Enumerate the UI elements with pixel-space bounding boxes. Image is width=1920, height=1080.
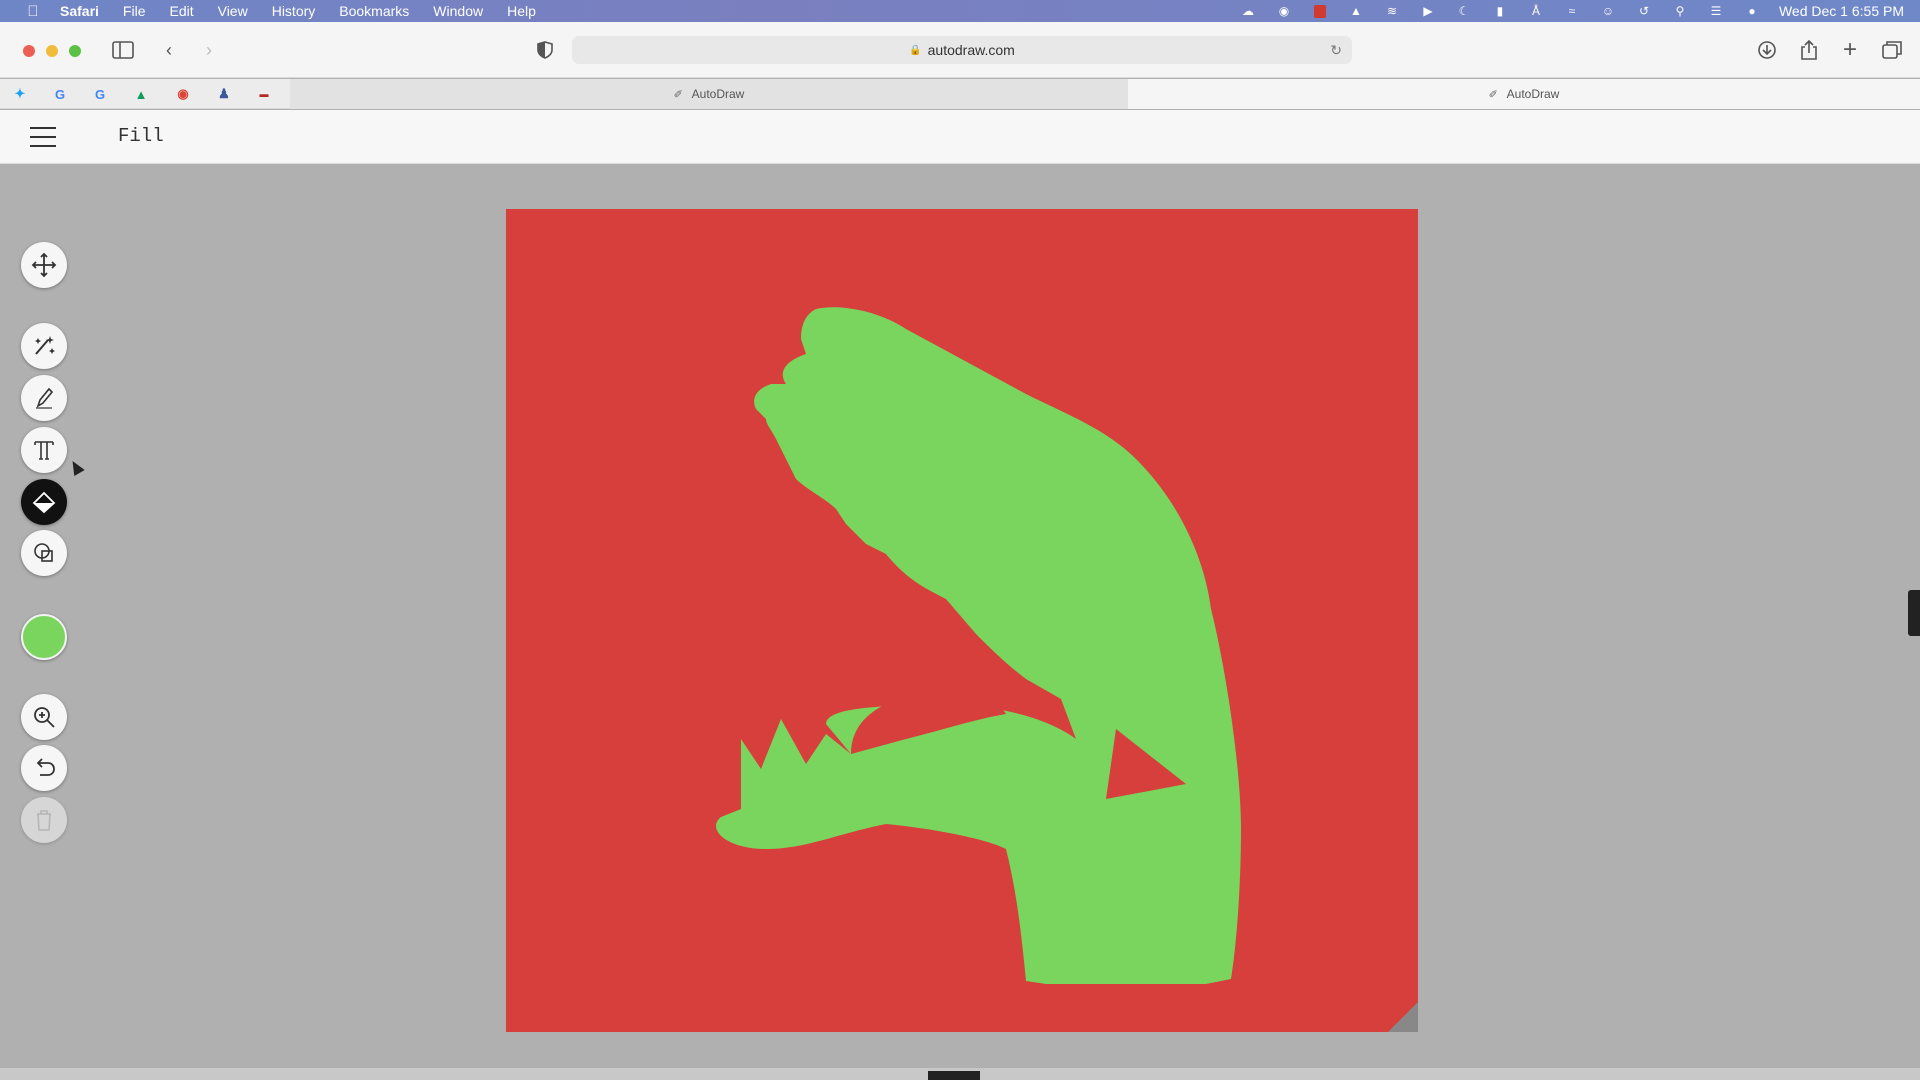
autodraw-favicon-icon: ✐ <box>673 89 683 101</box>
tab-autodraw-1[interactable]: ✐ AutoDraw <box>290 79 1128 109</box>
vlc-icon[interactable]: ▲ <box>1347 4 1365 18</box>
shape-icon <box>34 543 53 562</box>
cast-icon[interactable]: ≋ <box>1383 4 1401 18</box>
tab-overview-icon[interactable] <box>1879 38 1905 62</box>
menu-bar:  Safari File Edit View History Bookmark… <box>0 0 1920 22</box>
google-icon[interactable]: G <box>92 86 108 102</box>
user-icon[interactable]: ☺ <box>1599 4 1617 18</box>
autodraw-icon <box>35 336 55 355</box>
lock-icon: 🔒 <box>909 44 922 56</box>
forward-icon[interactable]: › <box>196 38 222 62</box>
red-app-icon[interactable] <box>1311 4 1329 18</box>
hamburger-menu-icon[interactable] <box>30 127 56 147</box>
menu-window[interactable]: Window <box>433 3 483 19</box>
share-icon[interactable] <box>1796 38 1822 62</box>
tab-title: AutoDraw <box>1506 87 1560 101</box>
menu-file[interactable]: File <box>123 3 146 19</box>
menu-help[interactable]: Help <box>507 3 536 19</box>
url-text: autodraw.com <box>927 42 1015 58</box>
back-icon[interactable]: ‹ <box>156 38 182 62</box>
menu-view[interactable]: View <box>218 3 248 19</box>
tab-title: AutoDraw <box>691 87 745 101</box>
apple-icon[interactable]:  <box>22 3 44 20</box>
side-scroll-handle[interactable] <box>1908 590 1920 636</box>
battery-icon[interactable]: ▮ <box>1491 4 1509 18</box>
moon-icon[interactable]: ☾ <box>1455 4 1473 18</box>
play-icon[interactable]: ▶ <box>1419 4 1437 18</box>
control-center-icon[interactable]: ☰ <box>1707 4 1725 18</box>
siri-icon[interactable]: ● <box>1743 4 1761 18</box>
drive-icon[interactable]: ▲ <box>133 86 149 102</box>
text-tool-button[interactable] <box>21 427 67 473</box>
text-icon <box>34 441 54 460</box>
bluetooth-icon[interactable]: Å <box>1527 4 1545 18</box>
wifi-icon[interactable]: ≈ <box>1563 4 1581 18</box>
bottom-scroll-handle[interactable] <box>928 1071 980 1080</box>
chrome-icon[interactable]: ◉ <box>175 86 191 102</box>
move-icon <box>31 252 57 278</box>
bottom-scrollbar <box>0 1068 1920 1080</box>
sidebar-toggle-icon[interactable] <box>110 38 136 62</box>
menu-edit[interactable]: Edit <box>169 3 193 19</box>
drawing-canvas[interactable] <box>506 209 1418 1032</box>
compass-icon[interactable]: ◉ <box>1275 4 1293 18</box>
app-header: Fill <box>0 110 1920 164</box>
menu-bookmarks[interactable]: Bookmarks <box>339 3 409 19</box>
undo-button[interactable] <box>21 745 67 791</box>
window-minimize-button[interactable] <box>46 45 58 57</box>
canvas-drawing <box>506 209 1418 1032</box>
address-bar[interactable]: 🔒 autodraw.com ↻ <box>572 36 1352 64</box>
autodraw-tool-button[interactable] <box>21 323 67 369</box>
delete-icon <box>37 810 51 831</box>
cloud-icon[interactable]: ☁ <box>1239 4 1257 18</box>
mouse-cursor <box>67 457 85 477</box>
color-picker-button[interactable] <box>21 614 67 660</box>
canvas-background <box>506 209 1418 1032</box>
reload-icon[interactable]: ↻ <box>1330 42 1342 59</box>
window-close-button[interactable] <box>23 45 35 57</box>
ultra-icon[interactable]: ▬ <box>256 86 272 102</box>
downloads-icon[interactable] <box>1754 38 1780 62</box>
browser-toolbar: ‹ › 🔒 autodraw.com ↻ + <box>0 22 1920 78</box>
status-area: ☁ ◉ ▲ ≋ ▶ ☾ ▮ Å ≈ ☺ ↺ ⚲ ☰ ● Wed Dec 1 6:… <box>1221 0 1904 22</box>
tab-autodraw-2[interactable]: ✐ AutoDraw <box>1128 79 1920 109</box>
menu-clock[interactable]: Wed Dec 1 6:55 PM <box>1779 3 1904 19</box>
spotlight-icon[interactable]: ⚲ <box>1671 4 1689 18</box>
fill-icon <box>32 491 56 514</box>
undo-icon <box>36 758 55 776</box>
person-icon[interactable]: ♟ <box>216 86 232 102</box>
google-icon[interactable]: G <box>52 86 68 102</box>
move-tool-button[interactable] <box>21 242 67 288</box>
twitter-icon[interactable]: ✦ <box>12 86 28 102</box>
window-maximize-button[interactable] <box>69 45 81 57</box>
draw-icon <box>36 387 54 409</box>
delete-button[interactable] <box>21 797 67 843</box>
shape-tool-button[interactable] <box>21 530 67 576</box>
tab-bar: ✦ G G ▲ ◉ ♟ ▬ G ✐ AutoDraw ✐ AutoDraw <box>0 79 1920 109</box>
draw-tool-button[interactable] <box>21 375 67 421</box>
fill-tool-button[interactable] <box>21 479 67 525</box>
menu-history[interactable]: History <box>272 3 316 19</box>
zoom-tool-button[interactable] <box>21 694 67 740</box>
menu-safari[interactable]: Safari <box>60 3 99 19</box>
privacy-shield-icon[interactable] <box>532 38 558 62</box>
zoom-icon <box>34 707 55 728</box>
new-tab-icon[interactable]: + <box>1837 36 1863 63</box>
time-machine-icon[interactable]: ↺ <box>1635 4 1653 18</box>
autodraw-favicon-icon: ✐ <box>1488 89 1498 101</box>
current-tool-label: Fill <box>118 125 164 147</box>
